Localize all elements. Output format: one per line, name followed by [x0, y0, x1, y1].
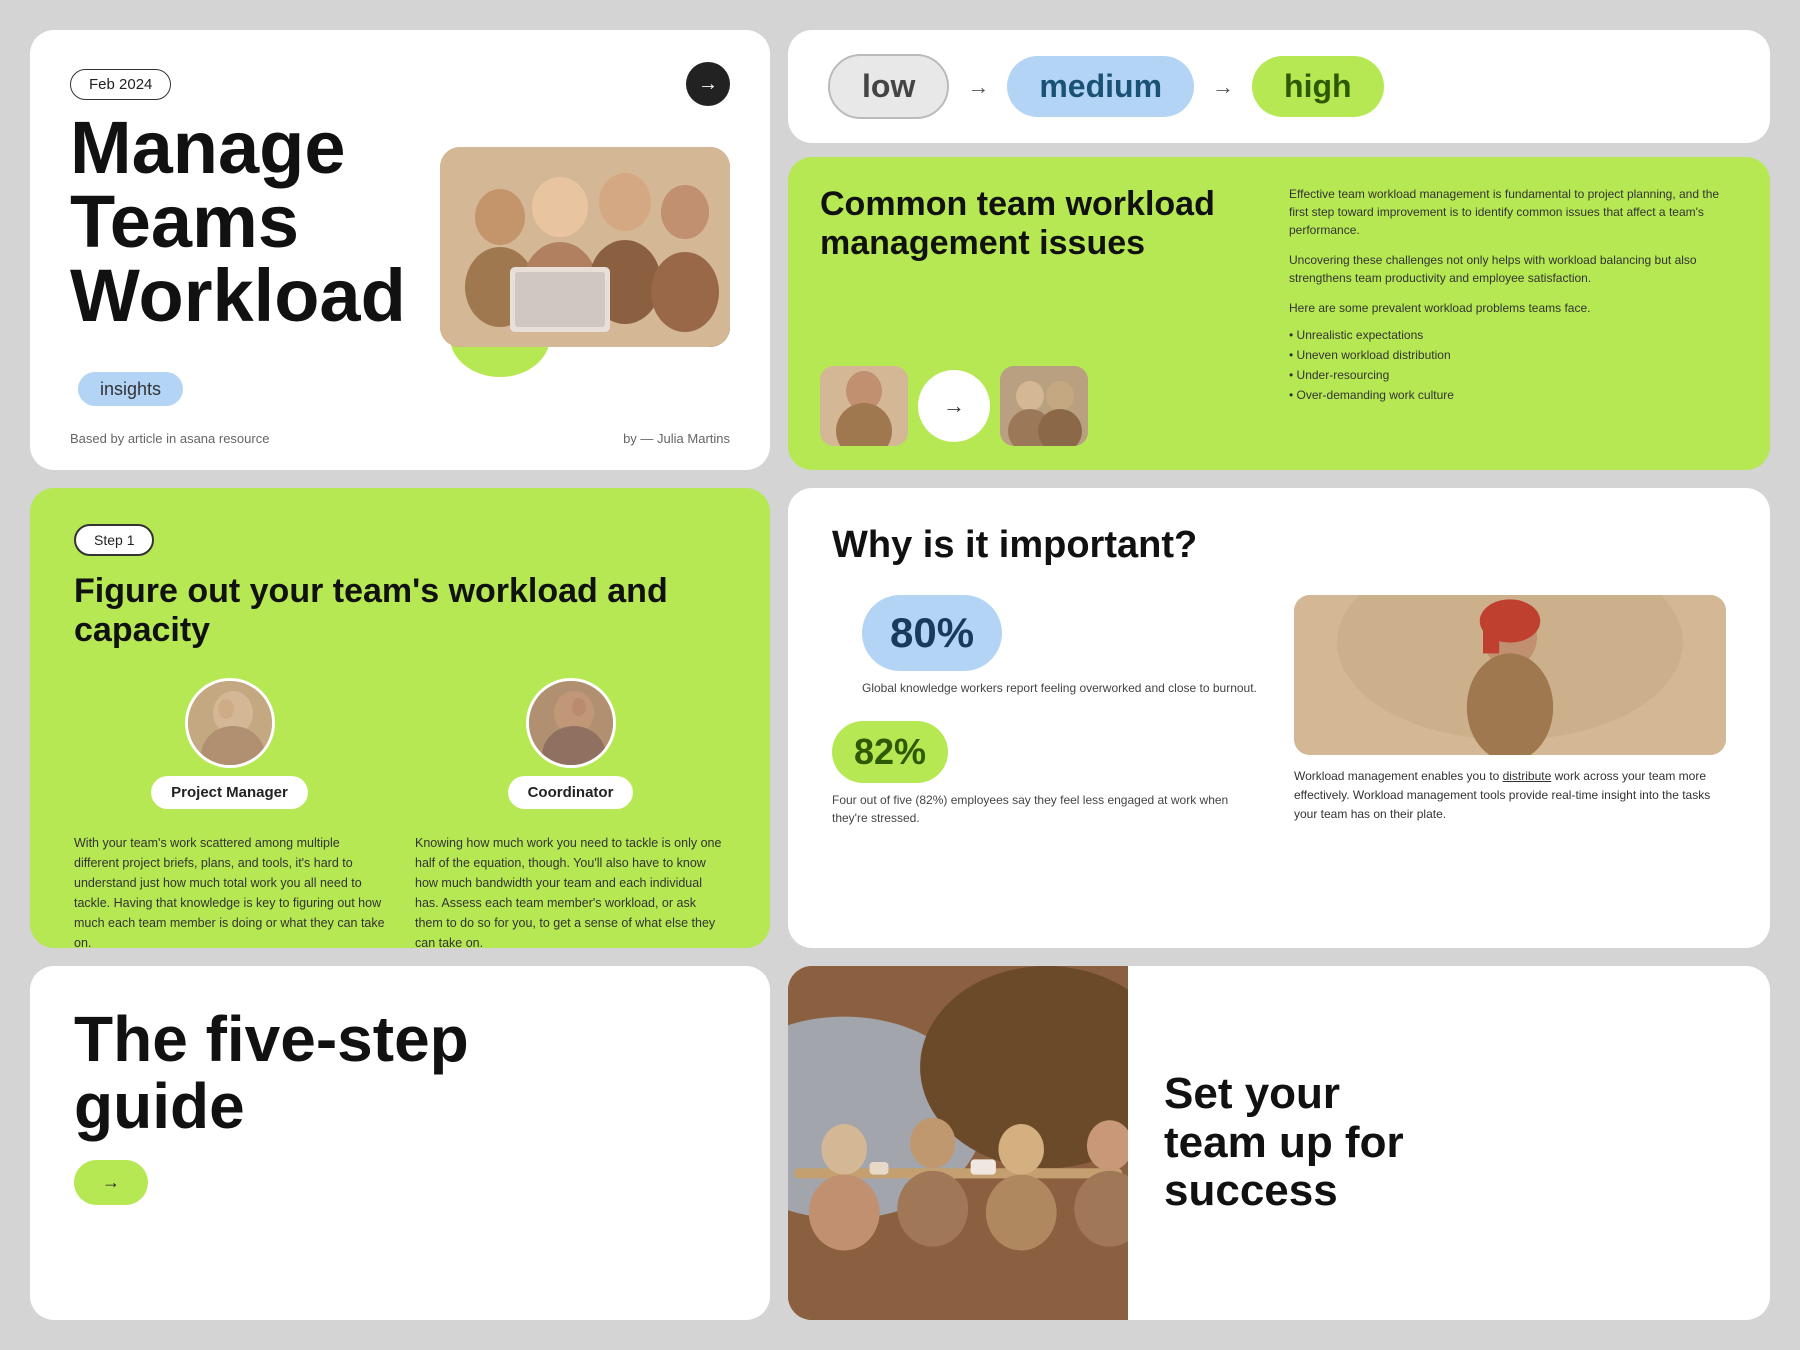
arrow-separator-2: → — [1212, 74, 1234, 100]
stat-82-bubble: 82% — [832, 721, 948, 783]
issues-desc2: Uncovering these challenges not only hel… — [1289, 251, 1738, 287]
step1-title: Figure out your team's workload and capa… — [74, 572, 726, 650]
issues-problems-list: Unrealistic expectations Uneven workload… — [1289, 325, 1738, 405]
step1-descriptions: With your team's work scattered among mu… — [74, 833, 726, 953]
list-item: Uneven workload distribution — [1289, 345, 1738, 365]
date-badge: Feb 2024 — [70, 69, 171, 100]
why-description: Workload management enables you to distr… — [1294, 767, 1726, 825]
why-stats: 80% Global knowledge workers report feel… — [832, 595, 1264, 835]
stat-80-bubble: 80% — [862, 595, 1002, 671]
list-item: Under-resourcing — [1289, 365, 1738, 385]
manager-name: Project Manager — [151, 776, 308, 809]
issues-desc1: Effective team workload management is fu… — [1289, 185, 1738, 239]
coordinator-name: Coordinator — [508, 776, 634, 809]
issue-image-1 — [820, 366, 908, 446]
issues-left: Common team workload management issues → — [820, 185, 1269, 442]
success-title: Set your team up for success — [1164, 1070, 1404, 1215]
next-arrow-button[interactable]: → — [686, 62, 730, 106]
success-photo — [788, 966, 1128, 1320]
issue-image-2 — [1000, 366, 1088, 446]
fivestep-title: The five-step guide — [74, 1006, 726, 1140]
fivestep-bottom: → — [74, 1160, 726, 1205]
hero-title: Manage Teams Workload insights — [70, 111, 430, 407]
list-item: Unrealistic expectations — [1289, 325, 1738, 345]
step-badge: Step 1 — [74, 524, 154, 556]
step1-people: Project Manager Coordinator — [74, 678, 726, 809]
success-content: Set your team up for success — [1128, 966, 1440, 1320]
why-right: Workload management enables you to distr… — [1294, 595, 1726, 835]
high-badge: high — [1252, 56, 1384, 117]
source-text: Based by article in asana resource — [70, 431, 269, 446]
stat-80-section: 80% Global knowledge workers report feel… — [832, 595, 1264, 697]
success-card: Set your team up for success — [788, 966, 1770, 1320]
why-content: 80% Global knowledge workers report feel… — [832, 595, 1726, 835]
why-title: Why is it important? — [832, 524, 1726, 567]
manager-avatar — [185, 678, 275, 768]
person-card-coordinator: Coordinator — [415, 678, 726, 809]
fivestep-arrow: → — [102, 1172, 120, 1193]
hero-image-area — [430, 147, 730, 407]
step1-card: Step 1 Figure out your team's workload a… — [30, 488, 770, 948]
person-card-manager: Project Manager — [74, 678, 385, 809]
stat-80-label: Global knowledge workers report feeling … — [862, 679, 1264, 697]
stat-82-label: Four out of five (82%) employees say the… — [832, 791, 1264, 827]
hero-footer: Based by article in asana resource by — … — [70, 431, 730, 446]
arrow-separator-1: → — [967, 74, 989, 100]
right-top-section: low → medium → high Common team workload… — [788, 30, 1770, 470]
hero-card: Feb 2024 → Manage Teams Workload insight… — [30, 30, 770, 470]
list-item: Over-demanding work culture — [1289, 385, 1738, 405]
levels-card: low → medium → high — [788, 30, 1770, 143]
author-text: by — Julia Martins — [623, 431, 730, 446]
issues-card: Common team workload management issues → — [788, 157, 1770, 470]
fivestep-button[interactable]: → — [74, 1160, 148, 1205]
manager-description: With your team's work scattered among mu… — [74, 833, 385, 953]
why-card: Why is it important? 80% Global knowledg… — [788, 488, 1770, 948]
issues-problems-intro: Here are some prevalent workload problem… — [1289, 299, 1738, 317]
why-photo — [1294, 595, 1726, 755]
issues-right: Effective team workload management is fu… — [1289, 185, 1738, 442]
low-badge: low — [828, 54, 949, 119]
coordinator-avatar — [526, 678, 616, 768]
fivestep-card: The five-step guide → — [30, 966, 770, 1320]
insights-badge: insights — [78, 372, 183, 406]
issues-arrow-button[interactable]: → — [918, 370, 990, 442]
issues-title: Common team workload management issues — [820, 185, 1269, 263]
coordinator-description: Knowing how much work you need to tackle… — [415, 833, 726, 953]
team-photo — [440, 147, 730, 347]
medium-badge: medium — [1007, 56, 1194, 117]
stat-82-section: 82% Four out of five (82%) employees say… — [832, 721, 1264, 827]
